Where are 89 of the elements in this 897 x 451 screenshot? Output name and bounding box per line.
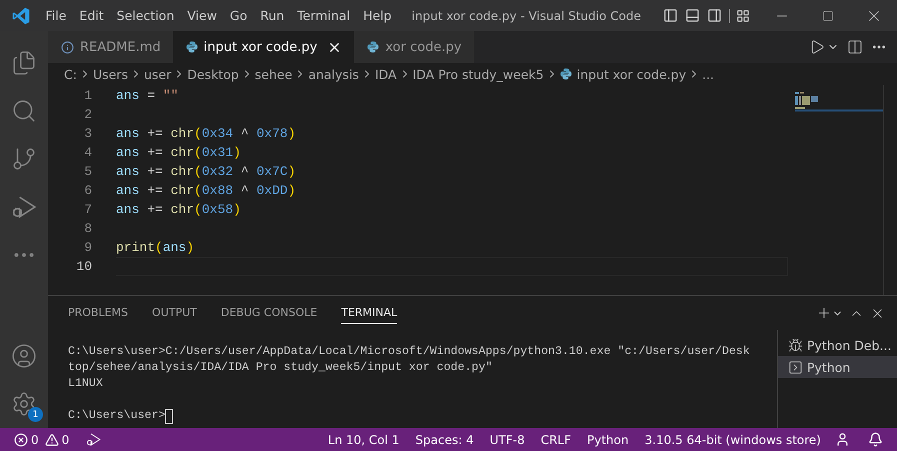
tab-label: input xor code.py [204, 40, 318, 54]
code-line: ans += chr(0x32 ^ 0x7C) [116, 163, 296, 181]
line-number: 8 [83, 220, 92, 238]
panel-tab[interactable]: TERMINAL [341, 302, 398, 324]
code-line: print(ans) [116, 239, 196, 257]
panel-tab[interactable]: OUTPUT [152, 302, 197, 324]
split-editor-icon[interactable] [847, 39, 863, 55]
bug-icon [788, 338, 803, 352]
run-debug-icon[interactable] [86, 432, 102, 447]
menu-item[interactable]: Terminal [290, 8, 357, 23]
line-number: 9 [83, 239, 92, 257]
app-logo [12, 6, 30, 24]
terminal-name: Python [807, 360, 850, 374]
line-number: 10 [75, 258, 92, 276]
code-line: ans += chr(0x34 ^ 0x78) [116, 125, 296, 143]
breadcrumb-item[interactable]: analysis [308, 66, 359, 82]
bell-icon[interactable] [868, 432, 883, 447]
status-item[interactable]: Python [579, 432, 637, 446]
warning-icon [44, 432, 59, 446]
status-item[interactable]: CRLF [532, 432, 580, 446]
layout-icon[interactable] [736, 8, 750, 22]
terminal-list-item[interactable]: Python Deb... [778, 334, 897, 356]
line-number: 7 [83, 201, 92, 219]
account-icon[interactable] [11, 343, 37, 369]
python-icon [367, 41, 380, 53]
editor-tab[interactable]: xor code.py [354, 31, 474, 63]
panel-tab[interactable]: PROBLEMS [68, 302, 128, 324]
line-number: 4 [83, 144, 92, 162]
menu-item[interactable]: Go [223, 8, 254, 23]
menu-item[interactable]: Edit [72, 8, 110, 23]
breadcrumb-item[interactable]: input xor code.py [576, 66, 686, 82]
branch-icon[interactable] [11, 146, 37, 172]
new-terminal-icon[interactable] [816, 305, 832, 321]
code-line: ans += chr(0x58) [116, 201, 242, 219]
panel-toggle-icon[interactable] [684, 8, 700, 23]
breadcrumb-item[interactable]: sehee [254, 66, 292, 82]
code-line: ans += chr(0x88 ^ 0xDD) [116, 182, 296, 200]
maximize-icon[interactable] [822, 10, 834, 22]
run-icon[interactable] [809, 39, 825, 55]
status-item[interactable]: Ln 10, Col 1 [320, 432, 408, 446]
files-icon[interactable] [11, 50, 37, 76]
window-title: input xor code.py - Visual Studio Code [410, 8, 642, 22]
error-icon [14, 432, 28, 446]
panel-tab[interactable]: DEBUG CONSOLE [220, 302, 318, 324]
menu-item[interactable]: File [39, 8, 73, 23]
line-number: 6 [83, 182, 92, 200]
sidebar-toggle-icon[interactable] [662, 8, 678, 23]
terminal-line: L1NUX [68, 376, 103, 392]
status-item[interactable]: Spaces: 4 [407, 432, 482, 446]
menu-item[interactable]: View [180, 8, 224, 23]
python-icon [560, 68, 572, 80]
tab-label: xor code.py [385, 40, 462, 54]
breadcrumb-item[interactable]: Users [92, 66, 128, 82]
line-number: 1 [83, 87, 92, 105]
menu-item[interactable]: Help [356, 8, 398, 23]
status-item[interactable]: 3.10.5 64-bit (windows store) [636, 432, 829, 446]
editor-tab[interactable]: README.md [48, 31, 173, 63]
minimap-drawing[interactable] [795, 90, 883, 112]
breadcrumb-item[interactable]: Desktop [187, 66, 239, 82]
error-count[interactable]: 0 [31, 432, 39, 446]
breadcrumb-item[interactable]: IDA [374, 66, 397, 82]
settings-icon[interactable] [11, 391, 37, 417]
menu-item[interactable]: Selection [110, 8, 181, 23]
breadcrumb-item[interactable]: ... [702, 66, 714, 82]
person-icon[interactable] [835, 432, 850, 447]
terminal-line: C:\Users\user> [68, 408, 166, 424]
terminal-icon [788, 360, 803, 374]
line-number: 2 [83, 106, 92, 124]
terminal-list-item[interactable]: Python [778, 356, 897, 378]
terminal-line: C:\Users\user>C:/Users/user/AppData/Local/Microsoft/WindowsApps/python3.10.exe "c:/Users/user/Desk [68, 344, 750, 360]
tab-label: README.md [80, 40, 161, 54]
warning-count[interactable]: 0 [62, 432, 70, 446]
secondary-sidebar-icon[interactable] [706, 8, 722, 23]
terminal-line: top/sehee/analysis/IDA/IDA Pro study_week5/input xor code.py" [68, 360, 492, 376]
line-number: 5 [83, 163, 92, 181]
breadcrumb-item[interactable]: C: [64, 66, 77, 82]
terminal-name: Python Deb... [807, 338, 892, 352]
line-number: 3 [83, 125, 92, 143]
search-icon[interactable] [11, 98, 37, 124]
editor-tab[interactable]: input xor code.py [172, 31, 354, 63]
breadcrumb-item[interactable]: IDA Pro study_week5 [412, 66, 544, 82]
code-line: ans += chr(0x31) [116, 144, 242, 162]
notification-badge: 1 [28, 407, 43, 422]
python-icon [186, 41, 198, 53]
code-line: ans = "" [116, 87, 180, 105]
status-item[interactable]: UTF-8 [482, 432, 533, 446]
breadcrumb-item[interactable]: user [144, 66, 172, 82]
info-icon [61, 40, 74, 54]
menu-item[interactable]: Run [254, 8, 291, 23]
